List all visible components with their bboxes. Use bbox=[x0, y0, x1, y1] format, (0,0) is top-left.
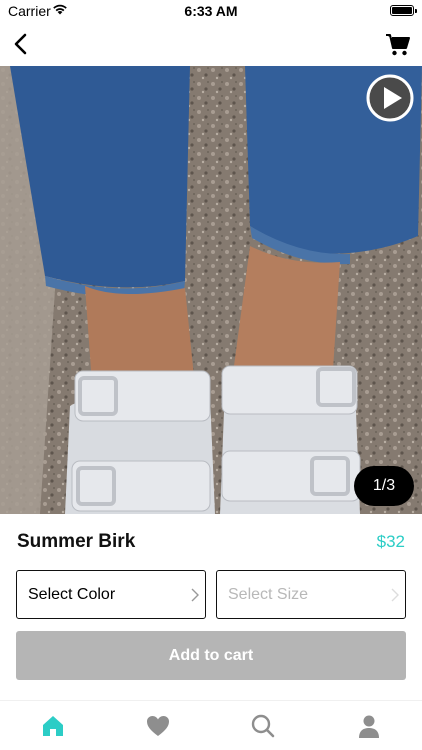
chevron-right-icon bbox=[191, 588, 199, 602]
product-title: Summer Birk bbox=[17, 531, 136, 552]
back-icon[interactable] bbox=[8, 30, 36, 58]
home-icon[interactable] bbox=[40, 713, 66, 739]
status-bar: Carrier 6:33 AM bbox=[0, 0, 422, 22]
product-photo bbox=[0, 66, 422, 514]
tab-bar bbox=[0, 700, 422, 750]
profile-icon[interactable] bbox=[356, 713, 382, 739]
image-page-counter: 1/3 bbox=[354, 466, 414, 506]
select-color-label: Select Color bbox=[28, 586, 116, 603]
shopping-cart-icon[interactable] bbox=[384, 30, 412, 58]
search-icon[interactable] bbox=[250, 713, 276, 739]
select-size-label: Select Size bbox=[228, 586, 309, 603]
select-size-dropdown[interactable]: Select Size bbox=[216, 570, 406, 619]
chevron-right-icon bbox=[391, 588, 399, 602]
heart-icon[interactable] bbox=[145, 713, 171, 739]
select-color-dropdown[interactable]: Select Color bbox=[16, 570, 206, 619]
play-video-icon[interactable] bbox=[366, 74, 414, 122]
status-time: 6:33 AM bbox=[184, 3, 238, 19]
add-to-cart-button[interactable]: Add to cart bbox=[16, 631, 406, 680]
battery-icon bbox=[390, 5, 417, 16]
nav-bar bbox=[0, 22, 422, 66]
product-image[interactable]: 1/3 bbox=[0, 66, 422, 514]
product-price: $32 bbox=[376, 532, 405, 551]
